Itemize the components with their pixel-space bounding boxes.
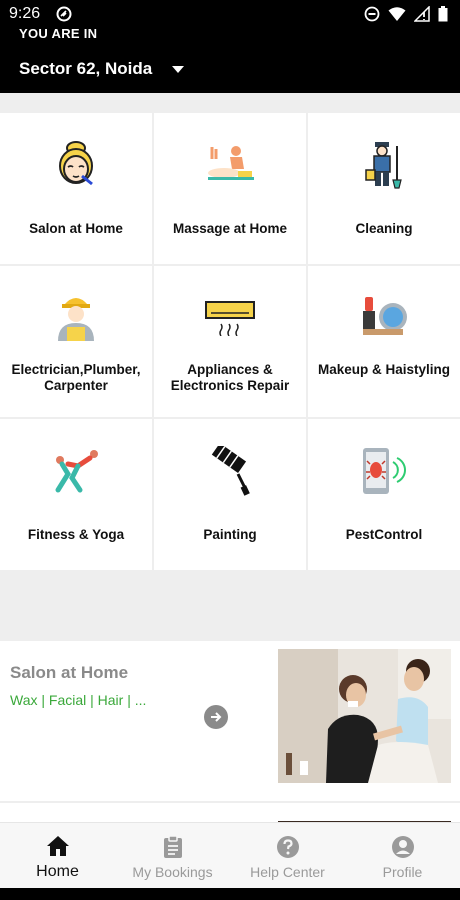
fitness-icon: [46, 441, 106, 501]
salon-icon: [46, 135, 106, 195]
pest-control-icon: [354, 441, 414, 501]
nav-label: Profile: [382, 864, 423, 880]
service-label: Appliances & Electronics Repair: [170, 362, 290, 393]
service-tile-painting[interactable]: Painting: [154, 419, 306, 570]
service-tile-fitness[interactable]: Fitness & Yoga: [0, 419, 152, 570]
nav-label: Home: [36, 863, 79, 880]
service-tile-pest-control[interactable]: PestControl: [308, 419, 460, 570]
service-label: Cleaning: [355, 221, 413, 236]
electrician-icon: [46, 288, 106, 348]
appliances-icon: [200, 288, 260, 348]
bottom-navigation: Home My Bookings Help Center Profile: [0, 822, 460, 888]
system-navigation-bar: [0, 888, 460, 900]
clipboard-icon: [163, 835, 183, 864]
wifi-icon: [388, 7, 406, 21]
status-icons: [364, 6, 448, 22]
nav-label: Help Center: [250, 864, 325, 880]
do-not-disturb-icon: [364, 6, 380, 22]
service-label: Makeup & Haistyling: [317, 362, 451, 377]
nav-label: My Bookings: [132, 864, 213, 880]
featured-title: Salon at Home: [10, 663, 129, 682]
featured-card[interactable]: Salon at Home Wax | Facial | Hair | ...: [0, 641, 460, 801]
help-icon: [276, 835, 300, 864]
status-time: 9:26: [9, 5, 41, 22]
service-label: PestControl: [345, 527, 423, 542]
cleaning-icon: [354, 135, 414, 195]
arrow-right-icon[interactable]: [204, 705, 228, 729]
service-label: Massage at Home: [172, 221, 288, 236]
home-icon: [46, 835, 70, 862]
massage-icon: [200, 135, 260, 195]
notification-icon: [56, 6, 72, 27]
location-text: Sector 62, Noida: [19, 59, 153, 78]
service-label: Salon at Home: [29, 221, 123, 236]
you-are-in-label: YOU ARE IN: [19, 26, 98, 41]
painting-icon: [200, 441, 260, 501]
battery-icon: [438, 6, 448, 22]
location-selector[interactable]: Sector 62, Noida: [19, 59, 185, 79]
nav-profile[interactable]: Profile: [345, 823, 460, 888]
nav-home[interactable]: Home: [0, 823, 115, 888]
makeup-icon: [354, 288, 414, 348]
nav-my-bookings[interactable]: My Bookings: [115, 823, 230, 888]
service-tile-makeup[interactable]: Makeup & Haistyling: [308, 266, 460, 417]
featured-card-2[interactable]: [0, 803, 460, 825]
service-label: Painting: [203, 527, 257, 542]
service-tile-appliances[interactable]: Appliances & Electronics Repair: [154, 266, 306, 417]
account-icon: [391, 835, 415, 864]
service-tile-massage[interactable]: Massage at Home: [154, 113, 306, 264]
service-label: Electrician,Plumber, Carpenter: [11, 362, 141, 393]
services-grid: Salon at Home Massage at Home Cleaning E…: [0, 113, 460, 570]
service-label: Fitness & Yoga: [27, 527, 125, 542]
service-tile-cleaning[interactable]: Cleaning: [308, 113, 460, 264]
signal-icon: [414, 6, 430, 22]
service-tile-salon[interactable]: Salon at Home: [0, 113, 152, 264]
salon-photo: [278, 649, 451, 783]
nav-help-center[interactable]: Help Center: [230, 823, 345, 888]
caret-down-icon: [172, 65, 185, 73]
featured-subtitle: Wax | Facial | Hair | ...: [10, 692, 147, 708]
location-header: 9:26 YOU ARE IN Sector 62, Noida: [0, 0, 460, 93]
service-tile-electrician[interactable]: Electrician,Plumber, Carpenter: [0, 266, 152, 417]
